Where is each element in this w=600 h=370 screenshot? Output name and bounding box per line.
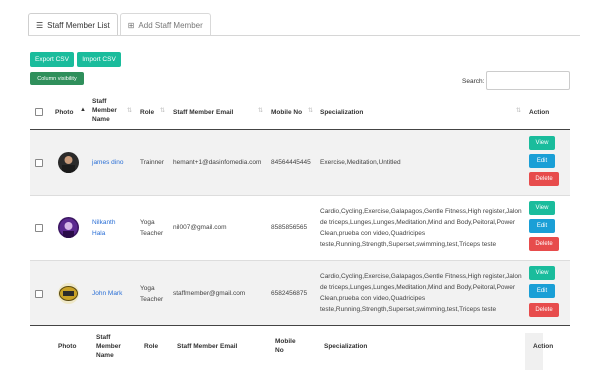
import-csv-button[interactable]: Import CSV xyxy=(77,52,121,67)
tab-divider xyxy=(28,35,580,36)
plus-square-icon: ⊞ xyxy=(127,20,135,30)
sort-icon: ⇅ xyxy=(258,108,264,114)
column-visibility-button[interactable]: Column visibility xyxy=(30,72,84,85)
tab-staff-member-list[interactable]: ☰ Staff Member List xyxy=(28,13,118,36)
tab-label: Staff Member List xyxy=(47,20,110,30)
footer-photo: Photo xyxy=(58,343,77,350)
role-text: Yoga Teacher xyxy=(140,285,164,303)
header-specialization[interactable]: Specialization xyxy=(320,108,363,117)
row-checkbox[interactable] xyxy=(35,224,43,232)
header-role[interactable]: Role xyxy=(140,108,154,117)
delete-button[interactable]: Delete xyxy=(529,303,559,317)
staff-name-link[interactable]: John Mark xyxy=(92,288,122,299)
avatar xyxy=(58,152,79,173)
tab-bar: ☰ Staff Member List ⊞ Add Staff Member xyxy=(28,13,213,36)
specialization-text: Cardio,Cycling,Exercise,Galapagos,Gentle… xyxy=(320,273,522,313)
email-text: staffmember@gmail.com xyxy=(173,290,246,297)
edit-button[interactable]: Edit xyxy=(529,154,555,168)
edit-button[interactable]: Edit xyxy=(529,219,555,233)
footer-specialization: Specialization xyxy=(324,343,368,350)
edit-button[interactable]: Edit xyxy=(529,284,555,298)
delete-button[interactable]: Delete xyxy=(529,237,559,251)
scrollbar-thumb[interactable] xyxy=(525,333,543,370)
specialization-text: Cardio,Cycling,Exercise,Galapagos,Gentle… xyxy=(320,208,522,248)
sort-icon: ⇅ xyxy=(308,108,314,114)
footer-email: Staff Member Email xyxy=(177,343,238,350)
select-all-checkbox[interactable] xyxy=(35,108,43,116)
header-name[interactable]: Staff Member Name xyxy=(92,97,117,124)
email-text: hemant+1@dasinfomedia.com xyxy=(173,159,262,166)
header-action: Action xyxy=(529,109,550,116)
specialization-text: Exercise,Meditation,Untitled xyxy=(320,159,401,166)
mobile-text: 6582456875 xyxy=(271,290,308,297)
staff-name-link[interactable]: james dino xyxy=(92,157,123,168)
footer-action: Action xyxy=(533,343,554,350)
header-mobile[interactable]: Mobile No xyxy=(271,108,302,117)
email-text: nil007@gmail.com xyxy=(173,224,227,231)
footer-mobile: Mobile No xyxy=(275,338,296,354)
row-checkbox[interactable] xyxy=(35,290,43,298)
staff-name-link[interactable]: Nilkanth Hala xyxy=(92,217,115,239)
footer-divider xyxy=(30,325,570,326)
view-button[interactable]: View xyxy=(529,136,555,150)
sort-asc-icon: ▲ xyxy=(80,107,86,113)
role-text: Yoga Teacher xyxy=(140,219,164,237)
avatar xyxy=(58,217,79,238)
search-input[interactable] xyxy=(486,71,570,90)
sort-icon: ⇅ xyxy=(160,108,166,114)
avatar xyxy=(58,283,79,304)
tab-label: Add Staff Member xyxy=(138,20,203,30)
view-button[interactable]: View xyxy=(529,201,555,215)
view-button[interactable]: View xyxy=(529,266,555,280)
mobile-text: 8585856565 xyxy=(271,224,308,231)
header-photo[interactable]: Photo xyxy=(55,108,73,117)
mobile-text: 84564445445 xyxy=(271,159,311,166)
list-icon: ☰ xyxy=(36,20,44,30)
sort-icon: ⇅ xyxy=(516,108,522,114)
sort-icon: ⇅ xyxy=(127,108,133,114)
row-checkbox[interactable] xyxy=(35,159,43,167)
footer-role: Role xyxy=(144,343,159,350)
tab-add-staff-member[interactable]: ⊞ Add Staff Member xyxy=(119,13,211,36)
export-csv-button[interactable]: Export CSV xyxy=(30,52,74,67)
header-email[interactable]: Staff Member Email xyxy=(173,108,233,117)
delete-button[interactable]: Delete xyxy=(529,172,559,186)
footer-name: Staff Member Name xyxy=(96,334,121,359)
role-text: Trainner xyxy=(140,159,164,166)
search-label: Search: xyxy=(462,78,485,85)
